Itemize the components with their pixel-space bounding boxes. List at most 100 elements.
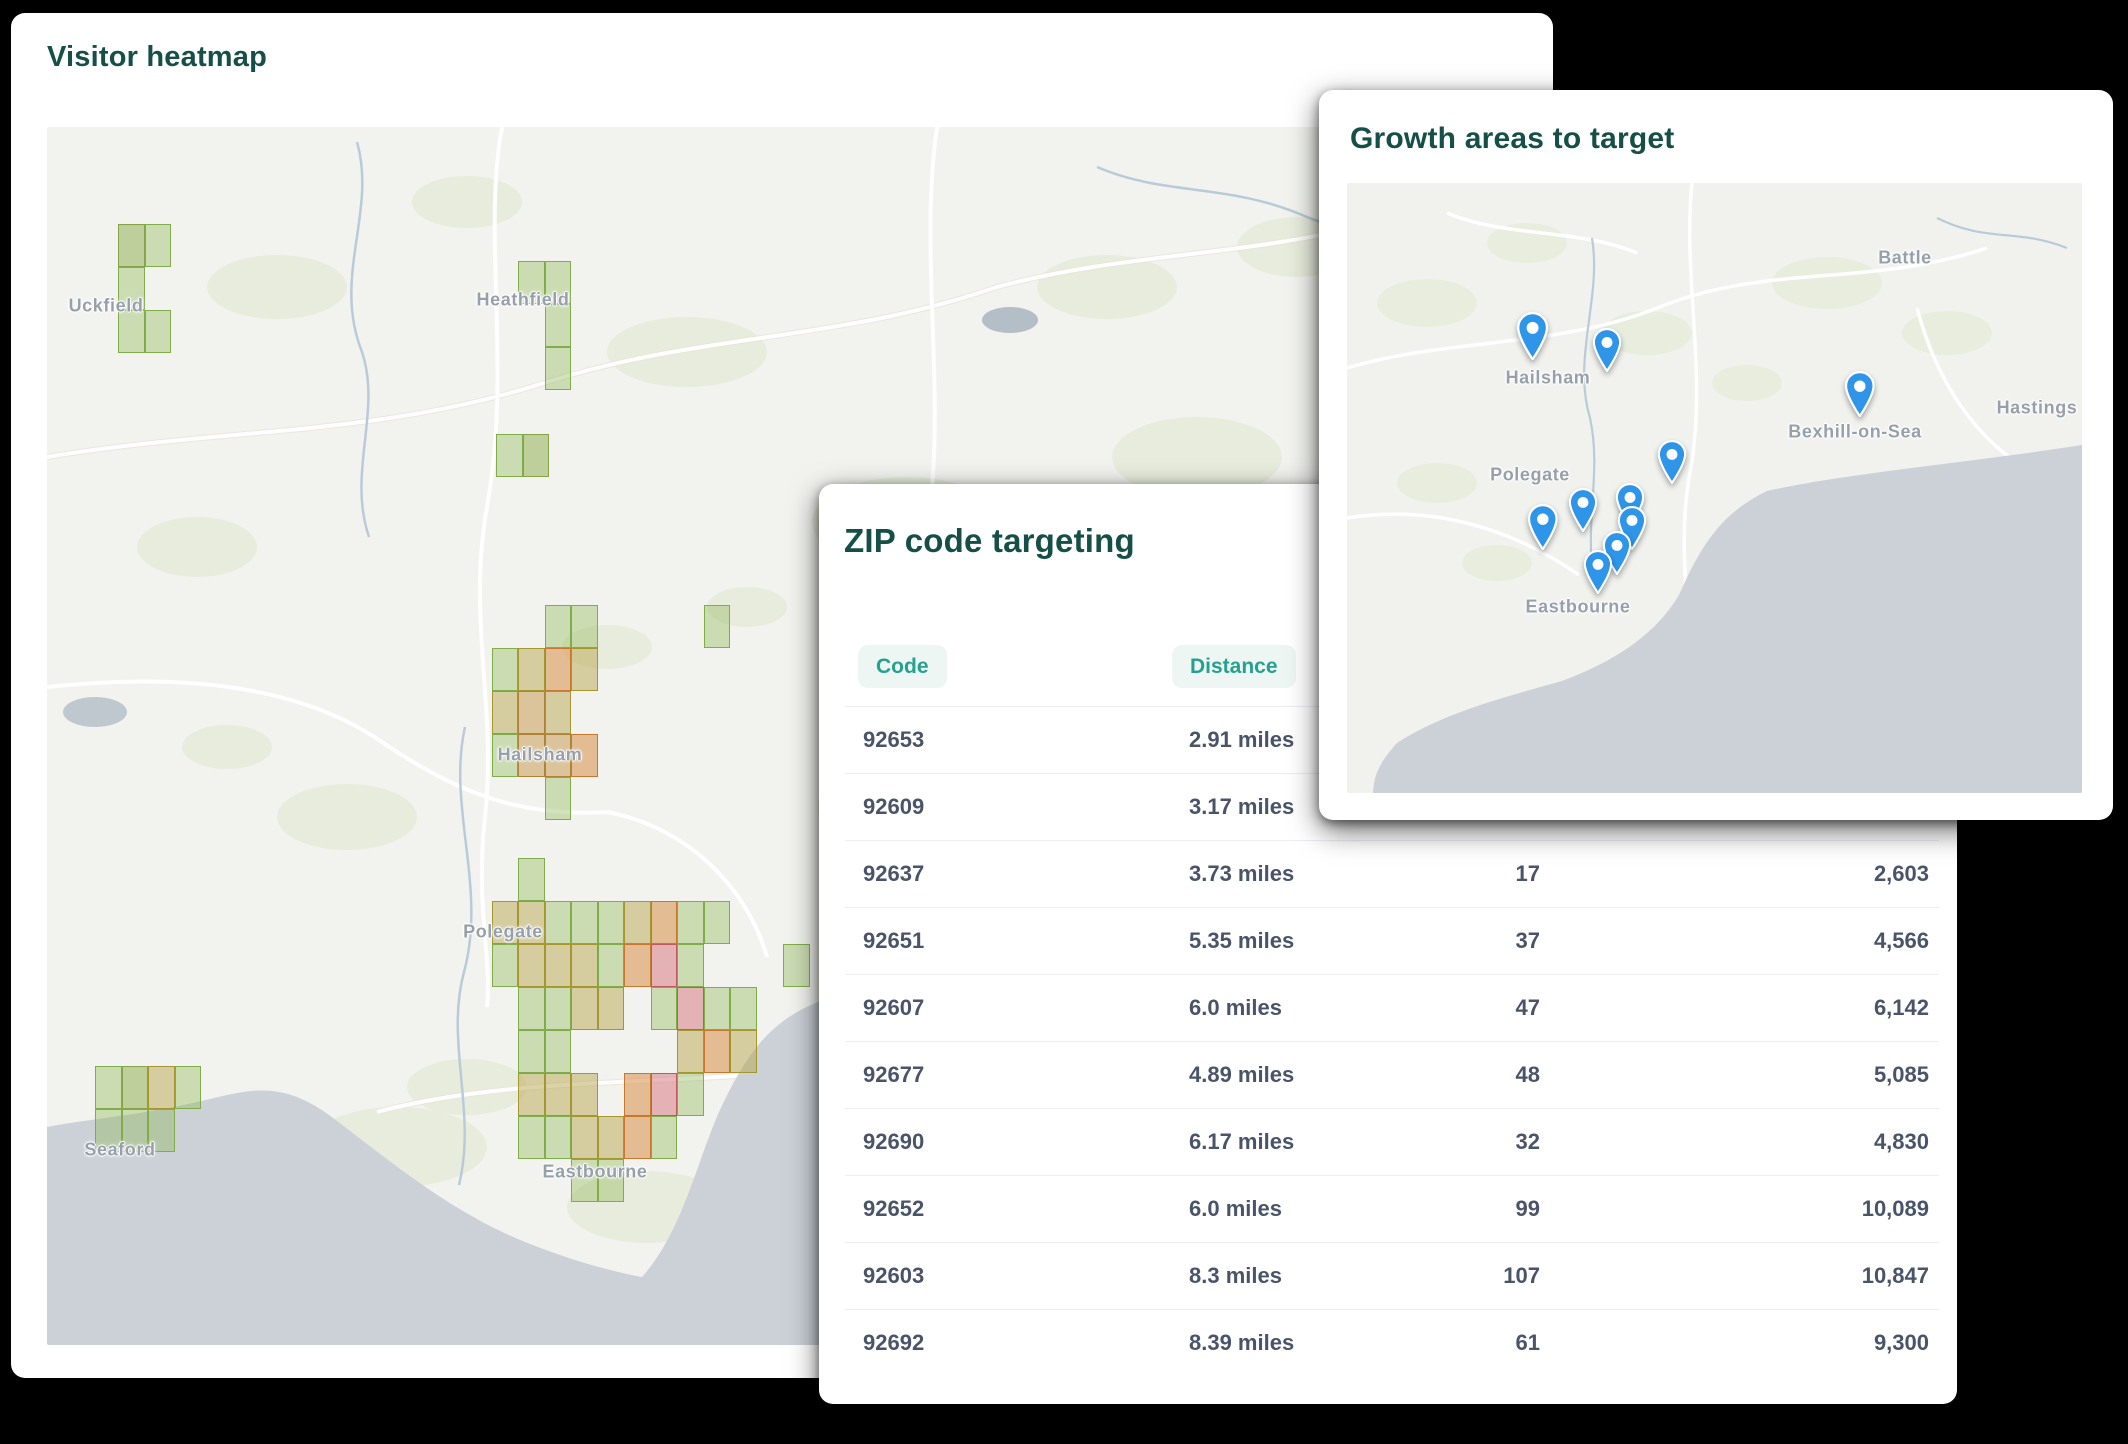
location-pin-icon[interactable] (1591, 328, 1623, 377)
distance-cell: 2.91 miles (1189, 727, 1294, 753)
heatmap-cell (677, 1073, 704, 1116)
heatmap-cell (624, 1073, 651, 1116)
heatmap-cell (145, 310, 172, 353)
heatmap-cell (598, 901, 625, 944)
heatmap-cell (704, 1030, 731, 1073)
table-row: 926906.17 miles324,830 (819, 1108, 1957, 1175)
distance-cell: 4.89 miles (1189, 1062, 1294, 1088)
heatmap-cell (545, 605, 572, 648)
value2-cell: 9,300 (1874, 1330, 1929, 1356)
distance-cell: 8.3 miles (1189, 1263, 1282, 1289)
heatmap-cell (545, 987, 572, 1030)
column-header-code[interactable]: Code (858, 645, 947, 688)
heatmap-cell (518, 691, 545, 734)
map-place-label: Uckfield (69, 296, 144, 317)
location-pin-icon[interactable] (1526, 504, 1560, 555)
heatmap-cell (571, 901, 598, 944)
heatmap-cell (523, 434, 550, 477)
zip-code-cell: 92609 (863, 794, 924, 820)
location-pin-icon[interactable] (1582, 550, 1614, 599)
distance-cell: 8.39 miles (1189, 1330, 1294, 1356)
heatmap-cell (651, 987, 678, 1030)
heatmap-cell (677, 944, 704, 987)
heatmap-cell (518, 1116, 545, 1159)
value1-cell: 47 (1516, 995, 1540, 1021)
heatmap-cell (545, 1073, 572, 1116)
heatmap-cell (571, 1116, 598, 1159)
heatmap-cell (518, 648, 545, 691)
visitor-heatmap-title: Visitor heatmap (47, 41, 267, 74)
heatmap-cell (571, 944, 598, 987)
dashboard: Visitor heatmap (0, 0, 2128, 1444)
distance-cell: 3.73 miles (1189, 861, 1294, 887)
value1-cell: 32 (1516, 1129, 1540, 1155)
heatmap-cell (730, 987, 757, 1030)
location-pin-icon[interactable] (1515, 312, 1550, 365)
heatmap-cell (598, 944, 625, 987)
zip-code-cell: 92652 (863, 1196, 924, 1222)
zip-code-cell: 92637 (863, 861, 924, 887)
heatmap-cell (518, 1073, 545, 1116)
heatmap-cell (518, 1030, 545, 1073)
column-header-distance[interactable]: Distance (1172, 645, 1296, 688)
table-row: 926774.89 miles485,085 (819, 1041, 1957, 1108)
location-pin-icon[interactable] (1656, 440, 1688, 489)
heatmap-cell (624, 901, 651, 944)
heatmap-cell (730, 1030, 757, 1073)
location-pin-icon[interactable] (1567, 488, 1599, 537)
heatmap-cell (704, 901, 731, 944)
zip-code-cell: 92653 (863, 727, 924, 753)
heatmap-cell (492, 944, 519, 987)
heatmap-cell (571, 1073, 598, 1116)
heatmap-cell (571, 605, 598, 648)
table-row: 926076.0 miles476,142 (819, 974, 1957, 1041)
heatmap-cell (783, 944, 810, 987)
heatmap-cell (624, 1116, 651, 1159)
map-place-label: Heathfield (476, 290, 569, 311)
heatmap-cell (677, 901, 704, 944)
map-place-label: Seaford (84, 1140, 155, 1161)
heatmap-cell (624, 944, 651, 987)
value2-cell: 5,085 (1874, 1062, 1929, 1088)
value1-cell: 37 (1516, 928, 1540, 954)
heatmap-cell (545, 691, 572, 734)
growth-areas-card: Growth areas to target (1319, 90, 2113, 820)
table-row: 92603 8.3 miles 107 10,847 (819, 1242, 1957, 1309)
heatmap-cell (704, 987, 731, 1030)
zip-code-cell: 92677 (863, 1062, 924, 1088)
heatmap-cell (598, 987, 625, 1030)
zip-targeting-title: ZIP code targeting (844, 522, 1135, 560)
heatmap-cell (545, 347, 572, 390)
location-pin-icon[interactable] (1843, 371, 1877, 422)
growth-areas-map[interactable]: BattleHailshamHastingsBexhill-on-SeaPole… (1347, 183, 2082, 793)
value1-cell: 107 (1503, 1263, 1540, 1289)
map-place-label: Hastings (1997, 398, 2078, 419)
heatmap-cell (704, 605, 731, 648)
heatmap-cell (122, 1066, 149, 1109)
heatmap-cell (492, 648, 519, 691)
value2-cell: 2,603 (1874, 861, 1929, 887)
map-place-label: Polegate (463, 922, 543, 943)
value2-cell: 4,566 (1874, 928, 1929, 954)
heatmap-cell (175, 1066, 202, 1109)
zip-code-cell: 92603 (863, 1263, 924, 1289)
value1-cell: 17 (1516, 861, 1540, 887)
heatmap-cell (677, 987, 704, 1030)
value1-cell: 99 (1516, 1196, 1540, 1222)
heatmap-cell (518, 987, 545, 1030)
value2-cell: 4,830 (1874, 1129, 1929, 1155)
distance-cell: 6.17 miles (1189, 1129, 1294, 1155)
heatmap-cell (651, 944, 678, 987)
heatmap-cell (118, 224, 145, 267)
value2-cell: 10,847 (1862, 1263, 1929, 1289)
heatmap-cell (651, 1073, 678, 1116)
heatmap-cell (545, 1116, 572, 1159)
zip-code-cell: 92651 (863, 928, 924, 954)
heatmap-cell (545, 648, 572, 691)
value1-cell: 61 (1516, 1330, 1540, 1356)
table-row: 92637 3.73 miles 17 2,603 (819, 840, 1957, 907)
distance-cell: 3.17 miles (1189, 794, 1294, 820)
map-place-label: Bexhill-on-Sea (1788, 422, 1921, 443)
heatmap-cell (545, 944, 572, 987)
heatmap-cell (145, 224, 172, 267)
